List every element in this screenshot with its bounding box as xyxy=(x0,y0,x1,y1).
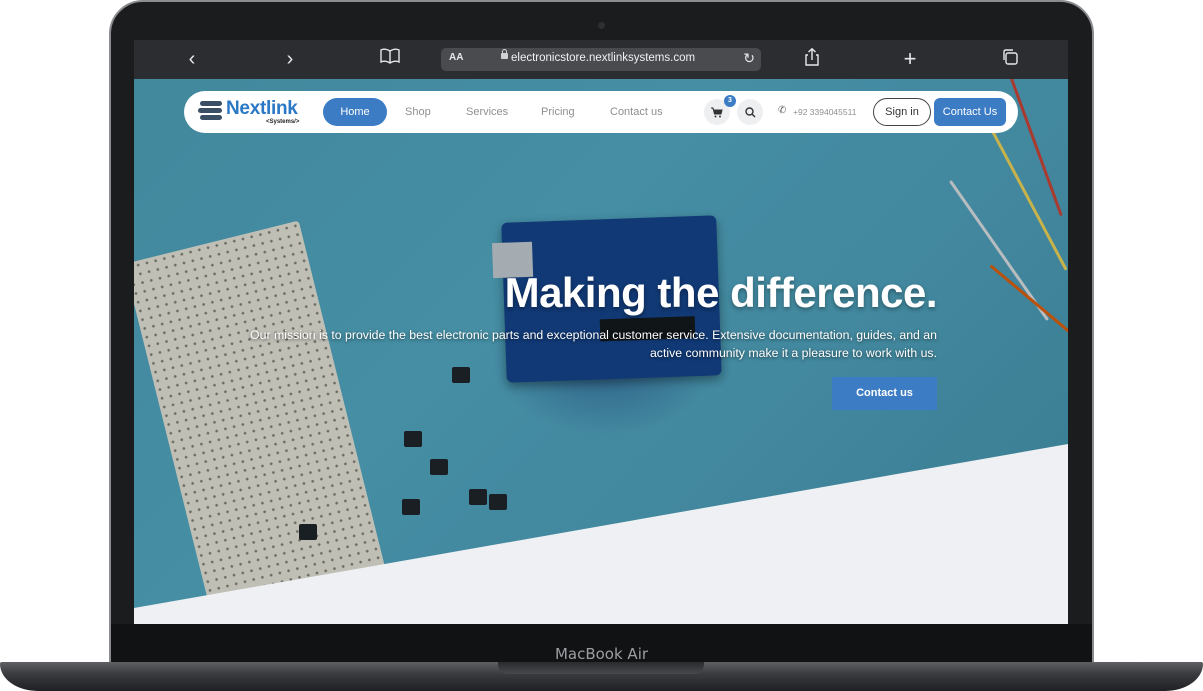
cart-icon xyxy=(711,107,723,118)
nav-home[interactable]: Home xyxy=(323,98,387,126)
device-label: MacBook Air xyxy=(554,645,649,663)
browser-toolbar: ‹ › AA electronicstore.nextlinksystems.c… xyxy=(134,40,1068,79)
nav-contact[interactable]: Contact us xyxy=(610,106,663,118)
share-icon[interactable] xyxy=(802,47,822,70)
logo-icon xyxy=(198,101,222,120)
signin-button[interactable]: Sign in xyxy=(873,98,931,126)
search-icon xyxy=(745,107,756,118)
hero-subtext: Our mission is to provide the best elect… xyxy=(250,328,937,360)
logo-text[interactable]: Nextlink xyxy=(226,98,298,120)
address-bar[interactable]: AA electronicstore.nextlinksystems.com ↻ xyxy=(441,48,761,71)
chevron-left-icon[interactable]: ‹ xyxy=(182,48,202,70)
camera-dot xyxy=(598,22,605,29)
nav-services[interactable]: Services xyxy=(466,106,508,118)
logo-subtext: <Systems/> xyxy=(266,119,300,125)
hero-contact-button[interactable]: Contact us xyxy=(832,377,937,410)
phone-number[interactable]: +92 3394045511 xyxy=(793,107,856,117)
phone-icon: ✆ xyxy=(778,105,787,116)
url-text: electronicstore.nextlinksystems.com xyxy=(511,52,696,64)
search-button[interactable] xyxy=(737,99,763,125)
top-navigation: Nextlink <Systems/> Home Shop Services P… xyxy=(184,91,1018,133)
contact-us-nav-button[interactable]: Contact Us xyxy=(934,98,1006,126)
laptop-notch xyxy=(498,662,704,674)
new-tab-icon[interactable]: + xyxy=(900,48,920,70)
tabs-overview-icon[interactable] xyxy=(1000,48,1020,70)
browser-screen: ‹ › AA electronicstore.nextlinksystems.c… xyxy=(134,40,1068,624)
book-icon[interactable] xyxy=(379,48,401,70)
hero-headline: Making the difference. xyxy=(504,269,938,316)
nav-pricing[interactable]: Pricing xyxy=(541,106,575,118)
nav-shop[interactable]: Shop xyxy=(405,106,431,118)
reload-icon[interactable]: ↻ xyxy=(743,50,755,67)
reader-mode-button[interactable]: AA xyxy=(449,52,463,63)
cart-count-badge: 3 xyxy=(724,95,736,107)
chevron-right-icon[interactable]: › xyxy=(280,48,300,70)
lock-icon xyxy=(501,49,508,59)
hero-section: Nextlink <Systems/> Home Shop Services P… xyxy=(134,79,1068,624)
